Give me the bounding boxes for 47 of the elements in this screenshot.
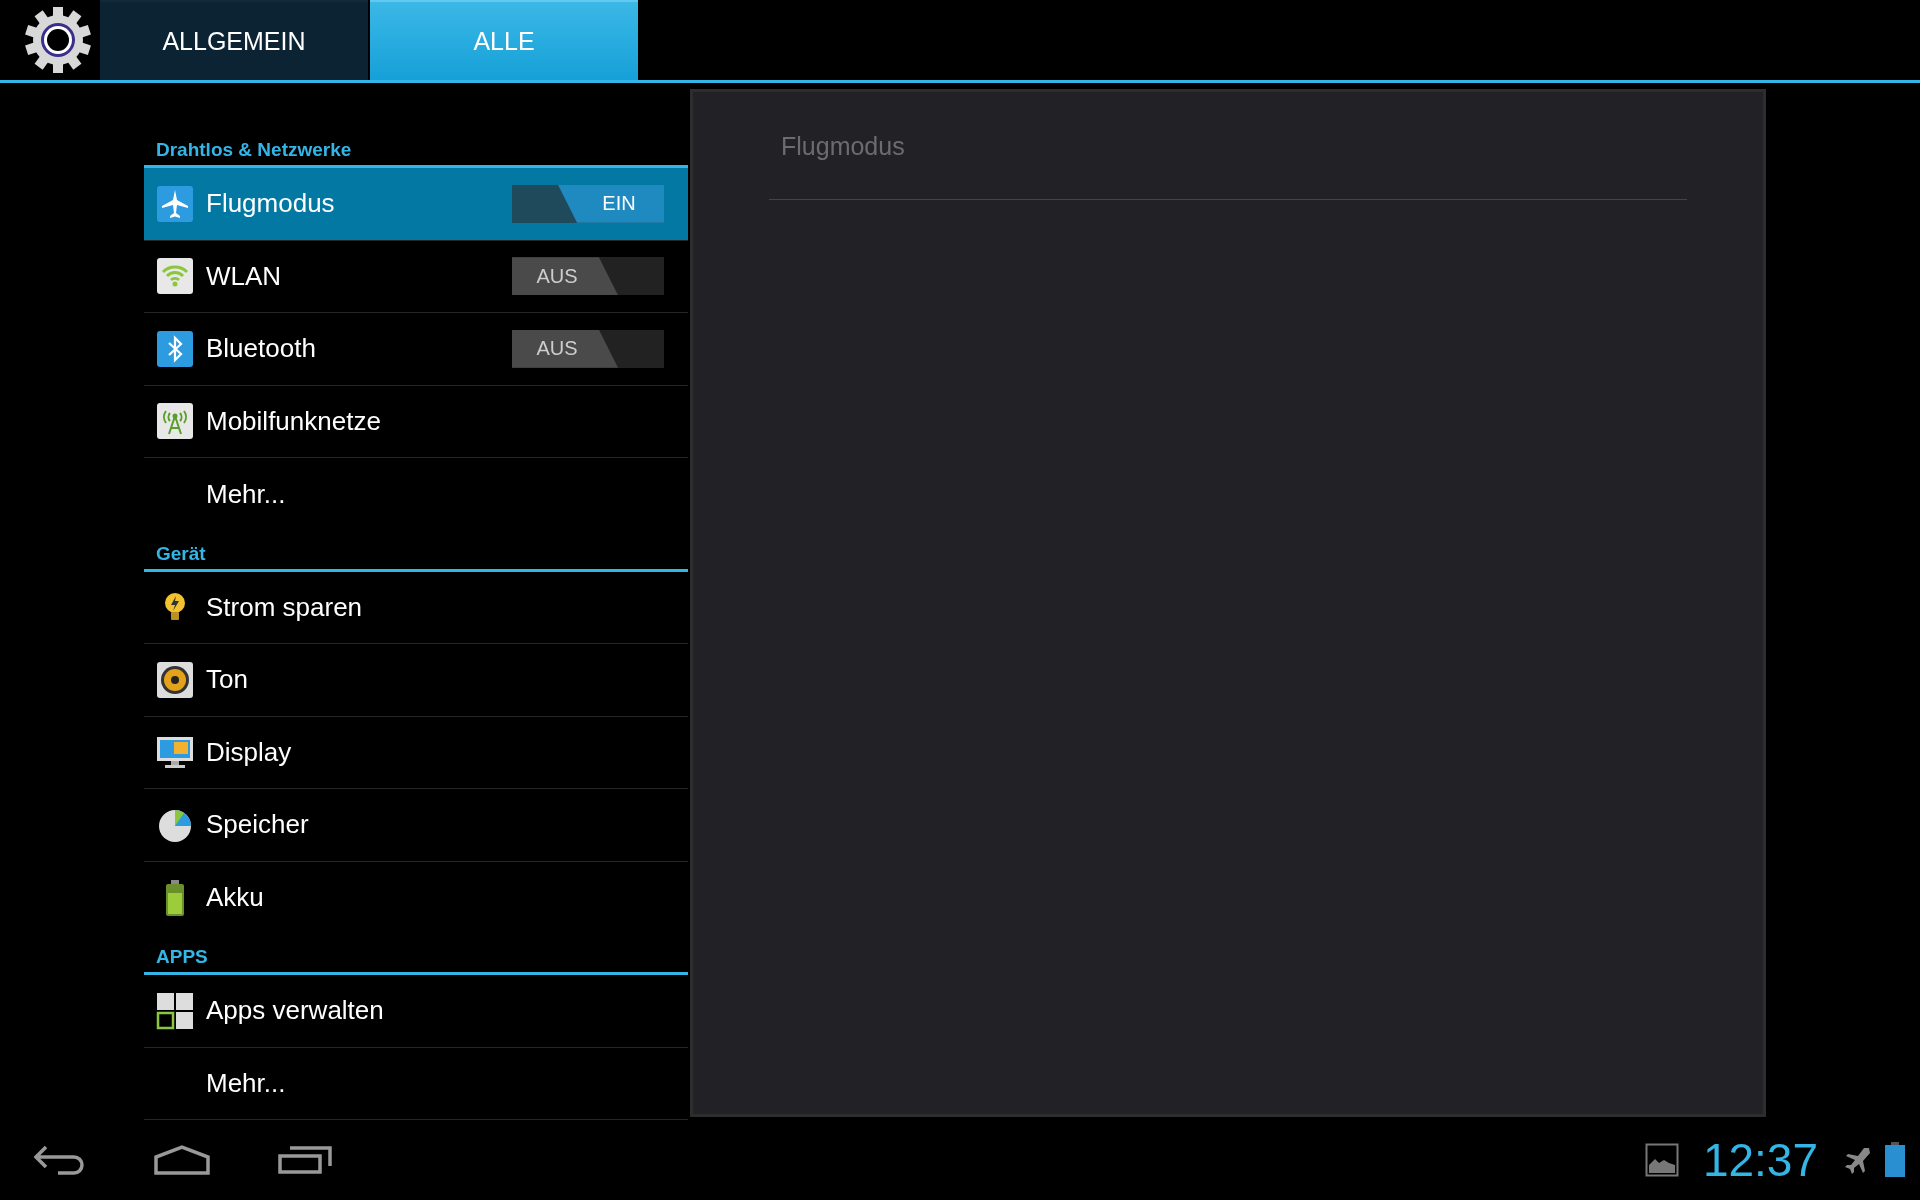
- item-label: WLAN: [206, 260, 283, 292]
- settings-item[interactable]: Akku: [144, 861, 688, 934]
- detail-title: Flugmodus: [769, 132, 1687, 200]
- wifi-icon: [156, 257, 194, 296]
- settings-item[interactable]: Apps verwalten: [144, 975, 688, 1048]
- item-label: Speicher: [206, 809, 310, 841]
- section-header: Gerät: [144, 542, 688, 572]
- bluetooth-icon: [156, 329, 194, 368]
- toggle-switch[interactable]: EIN: [512, 184, 664, 223]
- back-button[interactable]: [34, 1145, 86, 1175]
- settings-item[interactable]: Ton: [144, 644, 688, 717]
- settings-item[interactable]: WLAN AUS: [144, 240, 688, 313]
- home-button[interactable]: [154, 1145, 210, 1175]
- item-label: Apps verwalten: [206, 995, 385, 1027]
- item-label: Akku: [206, 882, 265, 914]
- item-label: Bluetooth: [206, 333, 317, 365]
- item-label: Strom sparen: [206, 591, 364, 623]
- settings-item[interactable]: Speicher: [144, 789, 688, 862]
- item-label: Flugmodus: [206, 188, 336, 220]
- tab[interactable]: ALLGEMEIN: [100, 0, 368, 80]
- item-label: Display: [206, 736, 293, 768]
- clock: 12:37: [1702, 1133, 1818, 1187]
- toggle-switch[interactable]: AUS: [512, 257, 664, 296]
- settings-item[interactable]: Mobilfunknetze: [144, 385, 688, 458]
- grid-icon: [156, 991, 194, 1030]
- speaker-icon: [156, 660, 194, 699]
- item-label: Mehr...: [206, 478, 287, 510]
- settings-item[interactable]: Mehr...: [144, 1047, 688, 1120]
- airplane-icon: [156, 184, 194, 223]
- item-label: Ton: [206, 664, 249, 696]
- switch-label: AUS: [512, 329, 618, 368]
- switch-label: EIN: [558, 184, 664, 223]
- settings-icon: [23, 5, 93, 75]
- settings-item[interactable]: Flugmodus EIN: [144, 168, 688, 241]
- item-label: Mehr...: [206, 1067, 287, 1099]
- settings-item[interactable]: Display: [144, 716, 688, 789]
- item-label: Mobilfunknetze: [206, 405, 382, 437]
- settings-item[interactable]: Strom sparen: [144, 571, 688, 644]
- settings-item[interactable]: Bluetooth AUS: [144, 313, 688, 386]
- recent-apps-button[interactable]: [278, 1146, 332, 1174]
- section-header: APPS: [144, 946, 688, 975]
- switch-label: AUS: [512, 257, 618, 296]
- battery-icon: [1884, 1142, 1906, 1178]
- settings-item[interactable]: Mehr...: [144, 458, 688, 531]
- image-icon: [1644, 1143, 1679, 1177]
- toggle-switch[interactable]: AUS: [512, 329, 664, 368]
- antenna-icon: [156, 402, 194, 441]
